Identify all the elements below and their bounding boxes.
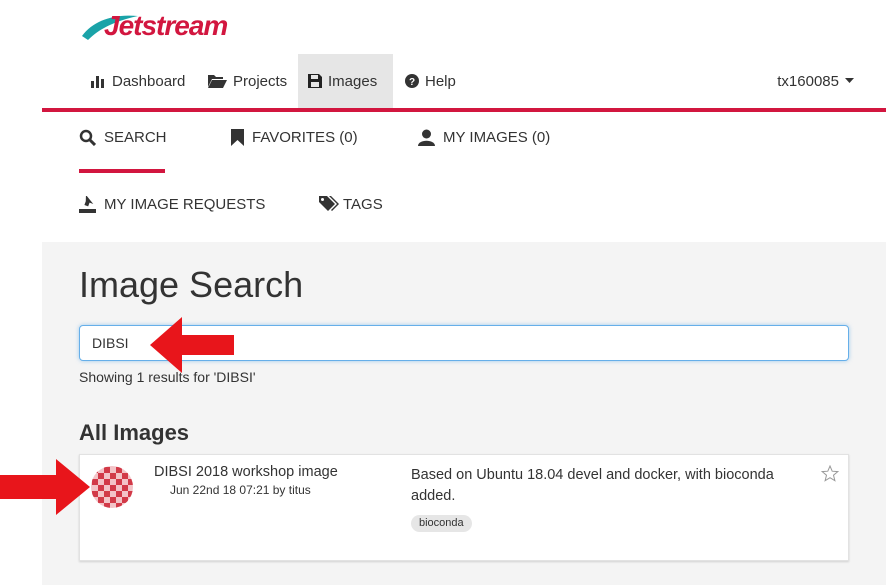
tags-icon (319, 196, 339, 211)
nav-projects-label: Projects (233, 72, 288, 90)
tab-search-label: SEARCH (104, 129, 167, 146)
nav-dashboard-label: Dashboard (112, 72, 186, 90)
tab-search[interactable]: SEARCH (79, 129, 167, 146)
logo-text: Jetstream (104, 10, 228, 41)
user-name: tx160085 (777, 72, 839, 90)
jetstream-logo[interactable]: Jetstream (80, 6, 230, 52)
tab-favorites[interactable]: FAVORITES (0) (231, 129, 358, 146)
star-icon[interactable] (821, 465, 839, 482)
caret-down-icon (845, 78, 854, 83)
top-nav: Dashboard Projects Images ? Help tx16008… (42, 54, 886, 108)
floppy-disk-icon (308, 74, 322, 88)
nav-help-label: Help (425, 72, 456, 90)
image-avatar (91, 466, 133, 508)
tab-tags-label: TAGS (343, 196, 383, 213)
tag-badge[interactable]: bioconda (411, 515, 472, 532)
page-title: Image Search (79, 264, 304, 305)
nav-images-label: Images (328, 72, 378, 90)
annotation-arrow-search (150, 317, 234, 373)
image-meta: Jun 22nd 18 07:21 by titus (170, 483, 311, 497)
upload-icon (79, 196, 96, 213)
tab-tags[interactable]: TAGS (319, 196, 383, 213)
nav-help[interactable]: ? Help (405, 54, 456, 108)
tab-favorites-label: FAVORITES (0) (252, 129, 358, 146)
folder-open-icon (208, 75, 227, 88)
tab-my-image-requests-label: MY IMAGE REQUESTS (104, 196, 266, 213)
tab-my-images-label: MY IMAGES (0) (443, 129, 551, 146)
bookmark-icon (231, 129, 244, 146)
search-icon (79, 129, 96, 146)
question-circle-icon: ? (405, 74, 419, 88)
bar-chart-icon (91, 76, 104, 88)
active-tab-indicator (79, 169, 165, 173)
user-menu[interactable]: tx160085 (777, 54, 854, 108)
nav-projects[interactable]: Projects (208, 54, 287, 108)
annotation-arrow-result (0, 459, 90, 515)
nav-dashboard[interactable]: Dashboard (90, 54, 185, 108)
svg-text:?: ? (409, 77, 415, 88)
nav-divider (42, 108, 886, 112)
image-description: Based on Ubuntu 18.04 devel and docker, … (411, 467, 774, 504)
tab-my-image-requests[interactable]: MY IMAGE REQUESTS (79, 196, 265, 213)
image-card[interactable]: DIBSI 2018 workshop image Jun 22nd 18 07… (79, 454, 849, 561)
image-name[interactable]: DIBSI 2018 workshop image (154, 464, 338, 480)
section-title: All Images (79, 420, 190, 445)
tab-my-images[interactable]: MY IMAGES (0) (418, 129, 550, 146)
user-icon (418, 129, 435, 146)
nav-images[interactable]: Images (298, 54, 393, 108)
